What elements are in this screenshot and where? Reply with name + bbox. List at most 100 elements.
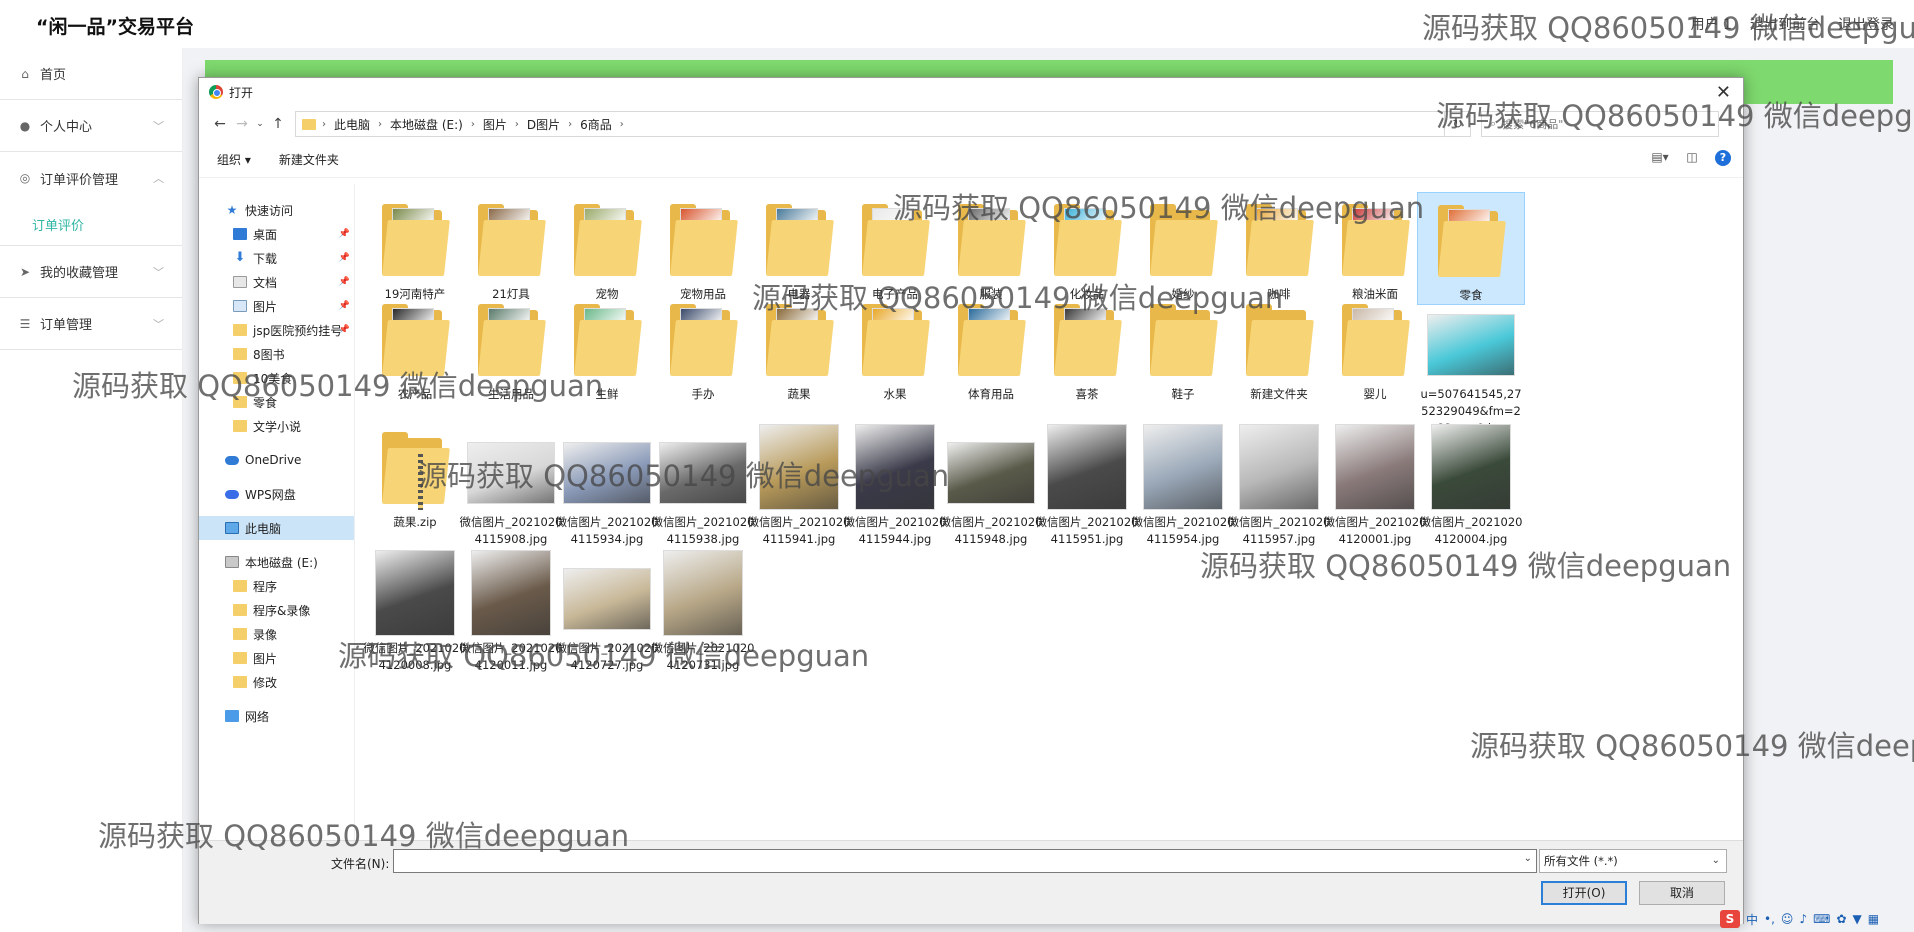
image-file-item[interactable]: 微信图片_20210204115938.jpg [649, 420, 757, 548]
nav-item[interactable]: WPS网盘 [199, 482, 354, 506]
image-file-item[interactable]: 微信图片_20210204115944.jpg [841, 420, 949, 548]
sidebar-item-review[interactable]: ◎ 订单评价管理 ︿ [0, 152, 182, 204]
image-file-item[interactable]: 微信图片_20210204115948.jpg [937, 420, 1045, 548]
folder-item[interactable]: 咖啡 [1225, 192, 1333, 303]
chevron-down-icon[interactable]: ⌄ [1524, 853, 1532, 864]
nav-item[interactable]: 修改 [199, 670, 354, 694]
image-file-item[interactable]: 微信图片_20210204120731.jpg [649, 546, 757, 674]
folder-item[interactable]: 生鲜 [553, 292, 661, 403]
breadcrumb-item[interactable]: D图片 [527, 116, 560, 133]
sidebar-item-orders[interactable]: ☰ 订单管理 ﹀ [0, 298, 182, 350]
image-file-item[interactable]: 微信图片_20210204120001.jpg [1321, 420, 1429, 548]
image-file-item[interactable]: u=507641545,2752329049&fm=26&gp=0.jpg [1417, 292, 1525, 437]
sidebar-item-profile[interactable]: ● 个人中心 ﹀ [0, 100, 182, 152]
folder-item[interactable]: 服装 [937, 192, 1045, 303]
folder-item[interactable]: 21灯具 [457, 192, 565, 303]
folder-item[interactable]: 粮油米面 [1321, 192, 1429, 303]
nav-item[interactable]: OneDrive [199, 448, 354, 472]
image-file-item[interactable]: 微信图片_20210204115934.jpg [553, 420, 661, 548]
nav-item[interactable]: 桌面 📌 [199, 222, 354, 246]
image-file-item[interactable]: 微信图片_20210204115951.jpg [1033, 420, 1141, 548]
sogou-ime-icon[interactable]: S [1720, 910, 1740, 928]
header-front-link[interactable]: 退出到前台 [1750, 14, 1820, 34]
image-file-item[interactable]: 微信图片_20210204115941.jpg [745, 420, 853, 548]
skin-icon[interactable]: ✿ [1836, 912, 1846, 926]
punctuation-icon[interactable]: •, [1764, 912, 1775, 926]
folder-item[interactable]: 婚纱 [1129, 192, 1237, 303]
view-options-icon[interactable]: ▤▾ [1651, 150, 1669, 166]
image-file-item[interactable]: 微信图片_20210204115957.jpg [1225, 420, 1333, 548]
nav-item[interactable]: 零食 [199, 390, 354, 414]
folder-item[interactable]: 电子产品 [841, 192, 949, 303]
image-file-item[interactable]: 微信图片_20210204115954.jpg [1129, 420, 1237, 548]
nav-item[interactable]: 文档 📌 [199, 270, 354, 294]
folder-item[interactable]: 婴儿 [1321, 292, 1429, 403]
nav-item[interactable]: 此电脑 [199, 516, 354, 540]
nav-item[interactable]: 网络 [199, 704, 354, 728]
sidebar-subitem-review[interactable]: 订单评价 [0, 204, 182, 246]
address-bar[interactable]: › 此电脑 › 本地磁盘 (E:) › 图片 › D图片 › 6商品 › ↻ [295, 111, 1471, 137]
nav-item[interactable]: jsp医院预约挂号 📌 [199, 318, 354, 342]
breadcrumb-item[interactable]: 图片 [483, 116, 507, 133]
help-icon[interactable]: ? [1715, 150, 1731, 166]
forward-arrow-icon[interactable]: → [231, 116, 253, 132]
folder-item[interactable]: 电器 [745, 192, 853, 303]
back-arrow-icon[interactable]: ← [209, 116, 231, 132]
filename-input[interactable]: ⌄ [393, 849, 1537, 873]
mic-icon[interactable]: ♪ [1799, 912, 1807, 926]
shirt-icon[interactable]: ▼ [1853, 912, 1862, 926]
new-folder-button[interactable]: 新建文件夹 [279, 151, 339, 168]
nav-item[interactable]: 图片 📌 [199, 294, 354, 318]
open-button[interactable]: 打开(O) [1541, 881, 1627, 905]
folder-item[interactable]: 体育用品 [937, 292, 1045, 403]
folder-item[interactable]: 化妆品 [1033, 192, 1141, 303]
nav-item[interactable]: 10美食 [199, 366, 354, 390]
image-file-item[interactable]: 微信图片_20210204120008.jpg [361, 546, 469, 674]
folder-item[interactable]: 零食 [1417, 192, 1525, 305]
nav-item[interactable]: ★ 快速访问 [199, 198, 354, 222]
folder-item[interactable]: 19河南特产 [361, 192, 469, 303]
close-icon[interactable]: ✕ [1716, 82, 1731, 103]
folder-item[interactable]: 新建文件夹 [1225, 292, 1333, 403]
folder-item[interactable]: 农产品 [361, 292, 469, 403]
breadcrumb-item[interactable]: 本地磁盘 (E:) [390, 116, 463, 133]
folder-item[interactable]: 鞋子 [1129, 292, 1237, 403]
folder-item[interactable]: 蔬果 [745, 292, 853, 403]
search-input[interactable]: ⌕ 搜索"6商品" [1481, 111, 1719, 137]
nav-item[interactable]: ⬇ 下载 📌 [199, 246, 354, 270]
cancel-button[interactable]: 取消 [1639, 881, 1725, 905]
folder-item[interactable]: 手办 [649, 292, 757, 403]
preview-pane-icon[interactable]: ◫ [1683, 150, 1701, 166]
sidebar-item-favorites[interactable]: ➤ 我的收藏管理 ﹀ [0, 246, 182, 298]
up-arrow-icon[interactable]: ↑ [267, 116, 289, 132]
zip-file-item[interactable]: 蔬果.zip [361, 420, 469, 531]
nav-item[interactable]: 程序 [199, 574, 354, 598]
nav-item[interactable]: 本地磁盘 (E:) [199, 550, 354, 574]
emoji-icon[interactable]: ☺ [1781, 912, 1794, 926]
nav-item[interactable]: 文学小说 [199, 414, 354, 438]
organize-button[interactable]: 组织 ▾ [217, 151, 251, 168]
ime-mode-label[interactable]: 中 [1746, 911, 1758, 928]
nav-item[interactable]: 录像 [199, 622, 354, 646]
image-file-item[interactable]: 微信图片_20210204120004.jpg [1417, 420, 1525, 548]
header-logout-link[interactable]: 退出登录 [1838, 14, 1894, 34]
folder-item[interactable]: 宠物用品 [649, 192, 757, 303]
breadcrumb-item[interactable]: 6商品 [580, 116, 612, 133]
nav-item[interactable]: 图片 [199, 646, 354, 670]
image-file-item[interactable]: 微信图片_20210204120011.jpg [457, 546, 565, 674]
image-file-item[interactable]: 微信图片_20210204120727.jpg [553, 546, 661, 674]
nav-item[interactable]: 程序&录像 [199, 598, 354, 622]
filetype-select[interactable]: 所有文件 (*.*) ⌄ [1539, 849, 1727, 873]
breadcrumb-item[interactable]: 此电脑 [334, 116, 370, 133]
folder-item[interactable]: 喜茶 [1033, 292, 1141, 403]
nav-item[interactable]: 8图书 [199, 342, 354, 366]
folder-item[interactable]: 宠物 [553, 192, 661, 303]
image-file-item[interactable]: 微信图片_20210204115908.jpg [457, 420, 565, 548]
folder-item[interactable]: 水果 [841, 292, 949, 403]
recent-dropdown-icon[interactable]: ⌄ [253, 119, 267, 129]
header-user-link[interactable]: 用户 1 [1691, 14, 1732, 34]
toolbox-icon[interactable]: ▦ [1868, 912, 1879, 926]
folder-item[interactable]: 生活用品 [457, 292, 565, 403]
keyboard-icon[interactable]: ⌨ [1813, 912, 1830, 926]
refresh-icon[interactable]: ↻ [1444, 112, 1470, 136]
